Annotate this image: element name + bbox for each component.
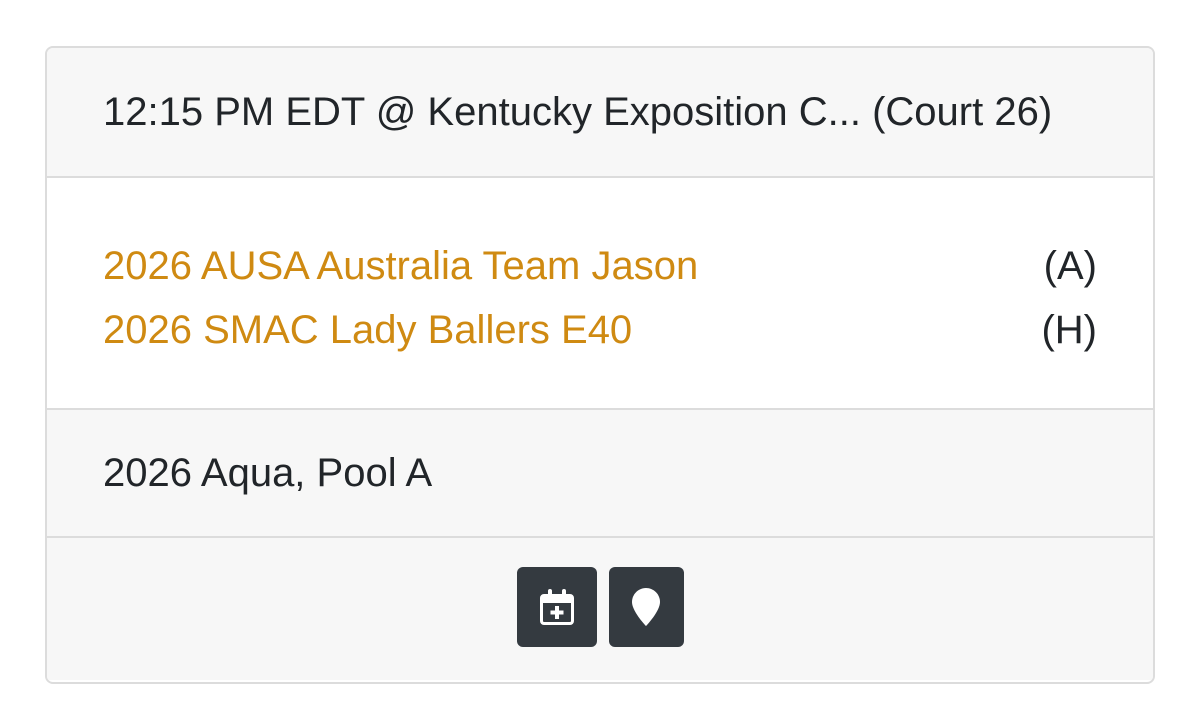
teams-section: 2026 AUSA Australia Team Jason (A) 2026 … [47,178,1153,410]
team-row-home: 2026 SMAC Lady Ballers E40 (H) [103,298,1097,362]
game-time-location: 12:15 PM EDT @ Kentucky Exposition C... … [47,48,1153,178]
away-indicator: (A) [1043,243,1097,288]
away-team-link[interactable]: 2026 AUSA Australia Team Jason [103,244,698,289]
map-marker-icon [632,588,660,626]
action-bar [47,538,1153,680]
home-indicator: (H) [1041,307,1097,352]
map-location-button[interactable] [608,567,684,647]
team-row-away: 2026 AUSA Australia Team Jason (A) [103,234,1097,298]
home-team-link[interactable]: 2026 SMAC Lady Ballers E40 [103,308,632,353]
game-card: 12:15 PM EDT @ Kentucky Exposition C... … [45,46,1155,684]
add-to-calendar-button[interactable] [516,567,597,647]
calendar-plus-icon [539,589,574,625]
pool-label: 2026 Aqua, Pool A [47,410,1153,538]
